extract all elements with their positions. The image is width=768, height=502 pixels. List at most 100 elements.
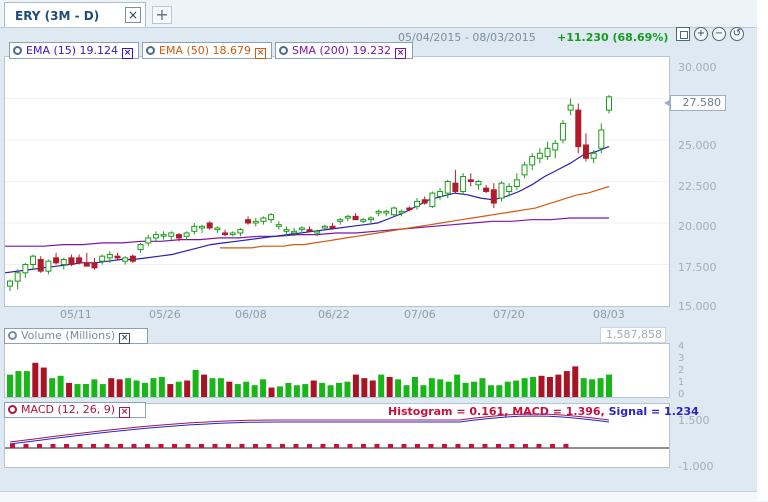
legend-sma200[interactable]: SMA (200) 19.232 × [275,42,413,59]
candle-up [260,217,267,222]
indicator-settings-icon[interactable] [8,331,17,340]
legend-ema50[interactable]: EMA (50) 18.679 × [142,42,272,59]
candle-down [490,189,497,204]
candle-up [99,255,106,262]
zoom-in-icon[interactable]: + [694,27,708,41]
volume-tick: 0 [678,389,685,400]
macd-histogram-bar [144,444,150,448]
candle-down [306,229,313,232]
volume-bar [496,385,503,397]
remove-indicator-icon[interactable]: × [255,48,267,59]
remove-panel-icon[interactable]: × [119,333,131,344]
macd-histogram-bar [185,444,191,448]
volume-bar [285,382,292,397]
volume-chart-svg [7,362,612,397]
x-tick-label: 05/26 [149,308,181,321]
ema50-line [220,185,610,249]
candle-down [222,232,229,236]
candle-up [606,96,612,111]
volume-bar [504,381,511,397]
candle-down [245,219,252,224]
x-tick-label: 06/22 [318,308,350,321]
remove-panel-icon[interactable]: × [119,407,131,418]
candle-up [383,210,390,214]
fit-to-screen-icon[interactable] [676,27,690,41]
x-tick-label: 06/08 [235,308,267,321]
macd-histogram-bar [387,444,393,448]
volume-bar [589,379,596,397]
candle-up [268,214,275,221]
candle-up [598,129,605,149]
candle-up [321,225,328,229]
volume-bar [209,378,216,397]
candle-down [406,207,413,211]
volume-bar [454,374,461,397]
y-tick-label: 25.000 [678,139,717,152]
candle-up [367,217,374,221]
price-change: +11.230 (68.69%) [557,31,669,44]
candle-up [168,232,175,237]
y-tick-label: 17.500 [678,261,717,274]
volume-bar [479,378,486,397]
volume-bar [133,380,140,397]
legend-ema15[interactable]: EMA (15) 19.124 × [9,42,139,59]
macd-tick: -1.000 [678,460,714,473]
volume-bar [445,381,452,397]
navigator-bar[interactable] [0,491,757,502]
macd-histogram-bar [90,444,96,448]
volume-bar [226,381,233,397]
indicator-settings-icon[interactable] [13,46,22,55]
macd-histogram-bar [320,444,326,448]
macd-histogram-bar [360,444,366,448]
close-tab-button[interactable]: × [125,7,141,23]
remove-indicator-icon[interactable]: × [395,48,407,59]
candle-up [22,264,29,274]
price-plot [4,56,670,307]
indicator-settings-icon[interactable] [279,46,288,55]
candle-up [152,234,159,239]
candle-up [183,232,190,237]
candle-up [237,229,244,234]
volume-bar [378,374,385,397]
macd-panel-label[interactable]: MACD (12, 26, 9) × [4,402,146,418]
add-tab-button[interactable]: + [152,6,172,24]
remove-indicator-icon[interactable]: × [122,48,134,59]
chart-tab[interactable]: ERY (3M - D) × [4,2,146,27]
scrollbar[interactable] [757,0,768,501]
candle-up [475,181,482,186]
candle-down [206,222,213,229]
candle-up [536,152,543,159]
candle-up [337,219,344,222]
candle-up [429,192,436,207]
legend-ema50-label: EMA (50) 18.679 [159,44,252,57]
volume-bar [74,384,81,397]
volume-bar [23,371,30,397]
candle-up [275,224,282,227]
macd-histogram-bar [50,444,56,448]
zoom-reset-icon[interactable]: ↺ [730,27,744,41]
x-tick-label: 07/06 [404,308,436,321]
volume-bar [243,381,250,397]
volume-bar [150,378,157,397]
candle-up [283,229,290,232]
macd-histogram-bar [563,444,569,448]
volume-bar [15,371,22,397]
zoom-out-icon[interactable]: − [712,27,726,41]
volume-panel-label[interactable]: Volume (Millions) × [4,328,148,344]
macd-histogram-bar [266,444,272,448]
price-chart-svg [4,95,669,292]
volume-bar [555,374,562,397]
macd-histogram-bar [482,444,488,448]
candle-up [122,257,129,262]
volume-bar [487,385,494,397]
indicator-settings-icon[interactable] [8,405,17,414]
macd-histogram-bar [252,444,258,448]
volume-last-badge: 1,587,858 [600,327,666,343]
candle-up [298,227,305,231]
volume-bar [57,375,64,397]
chart-tab-title: ERY (3M - D) [15,9,100,23]
date-range: 05/04/2015 - 08/03/2015 [398,31,536,44]
volume-bar [260,379,267,397]
macd-histogram-bar [239,444,245,448]
indicator-settings-icon[interactable] [146,46,155,55]
